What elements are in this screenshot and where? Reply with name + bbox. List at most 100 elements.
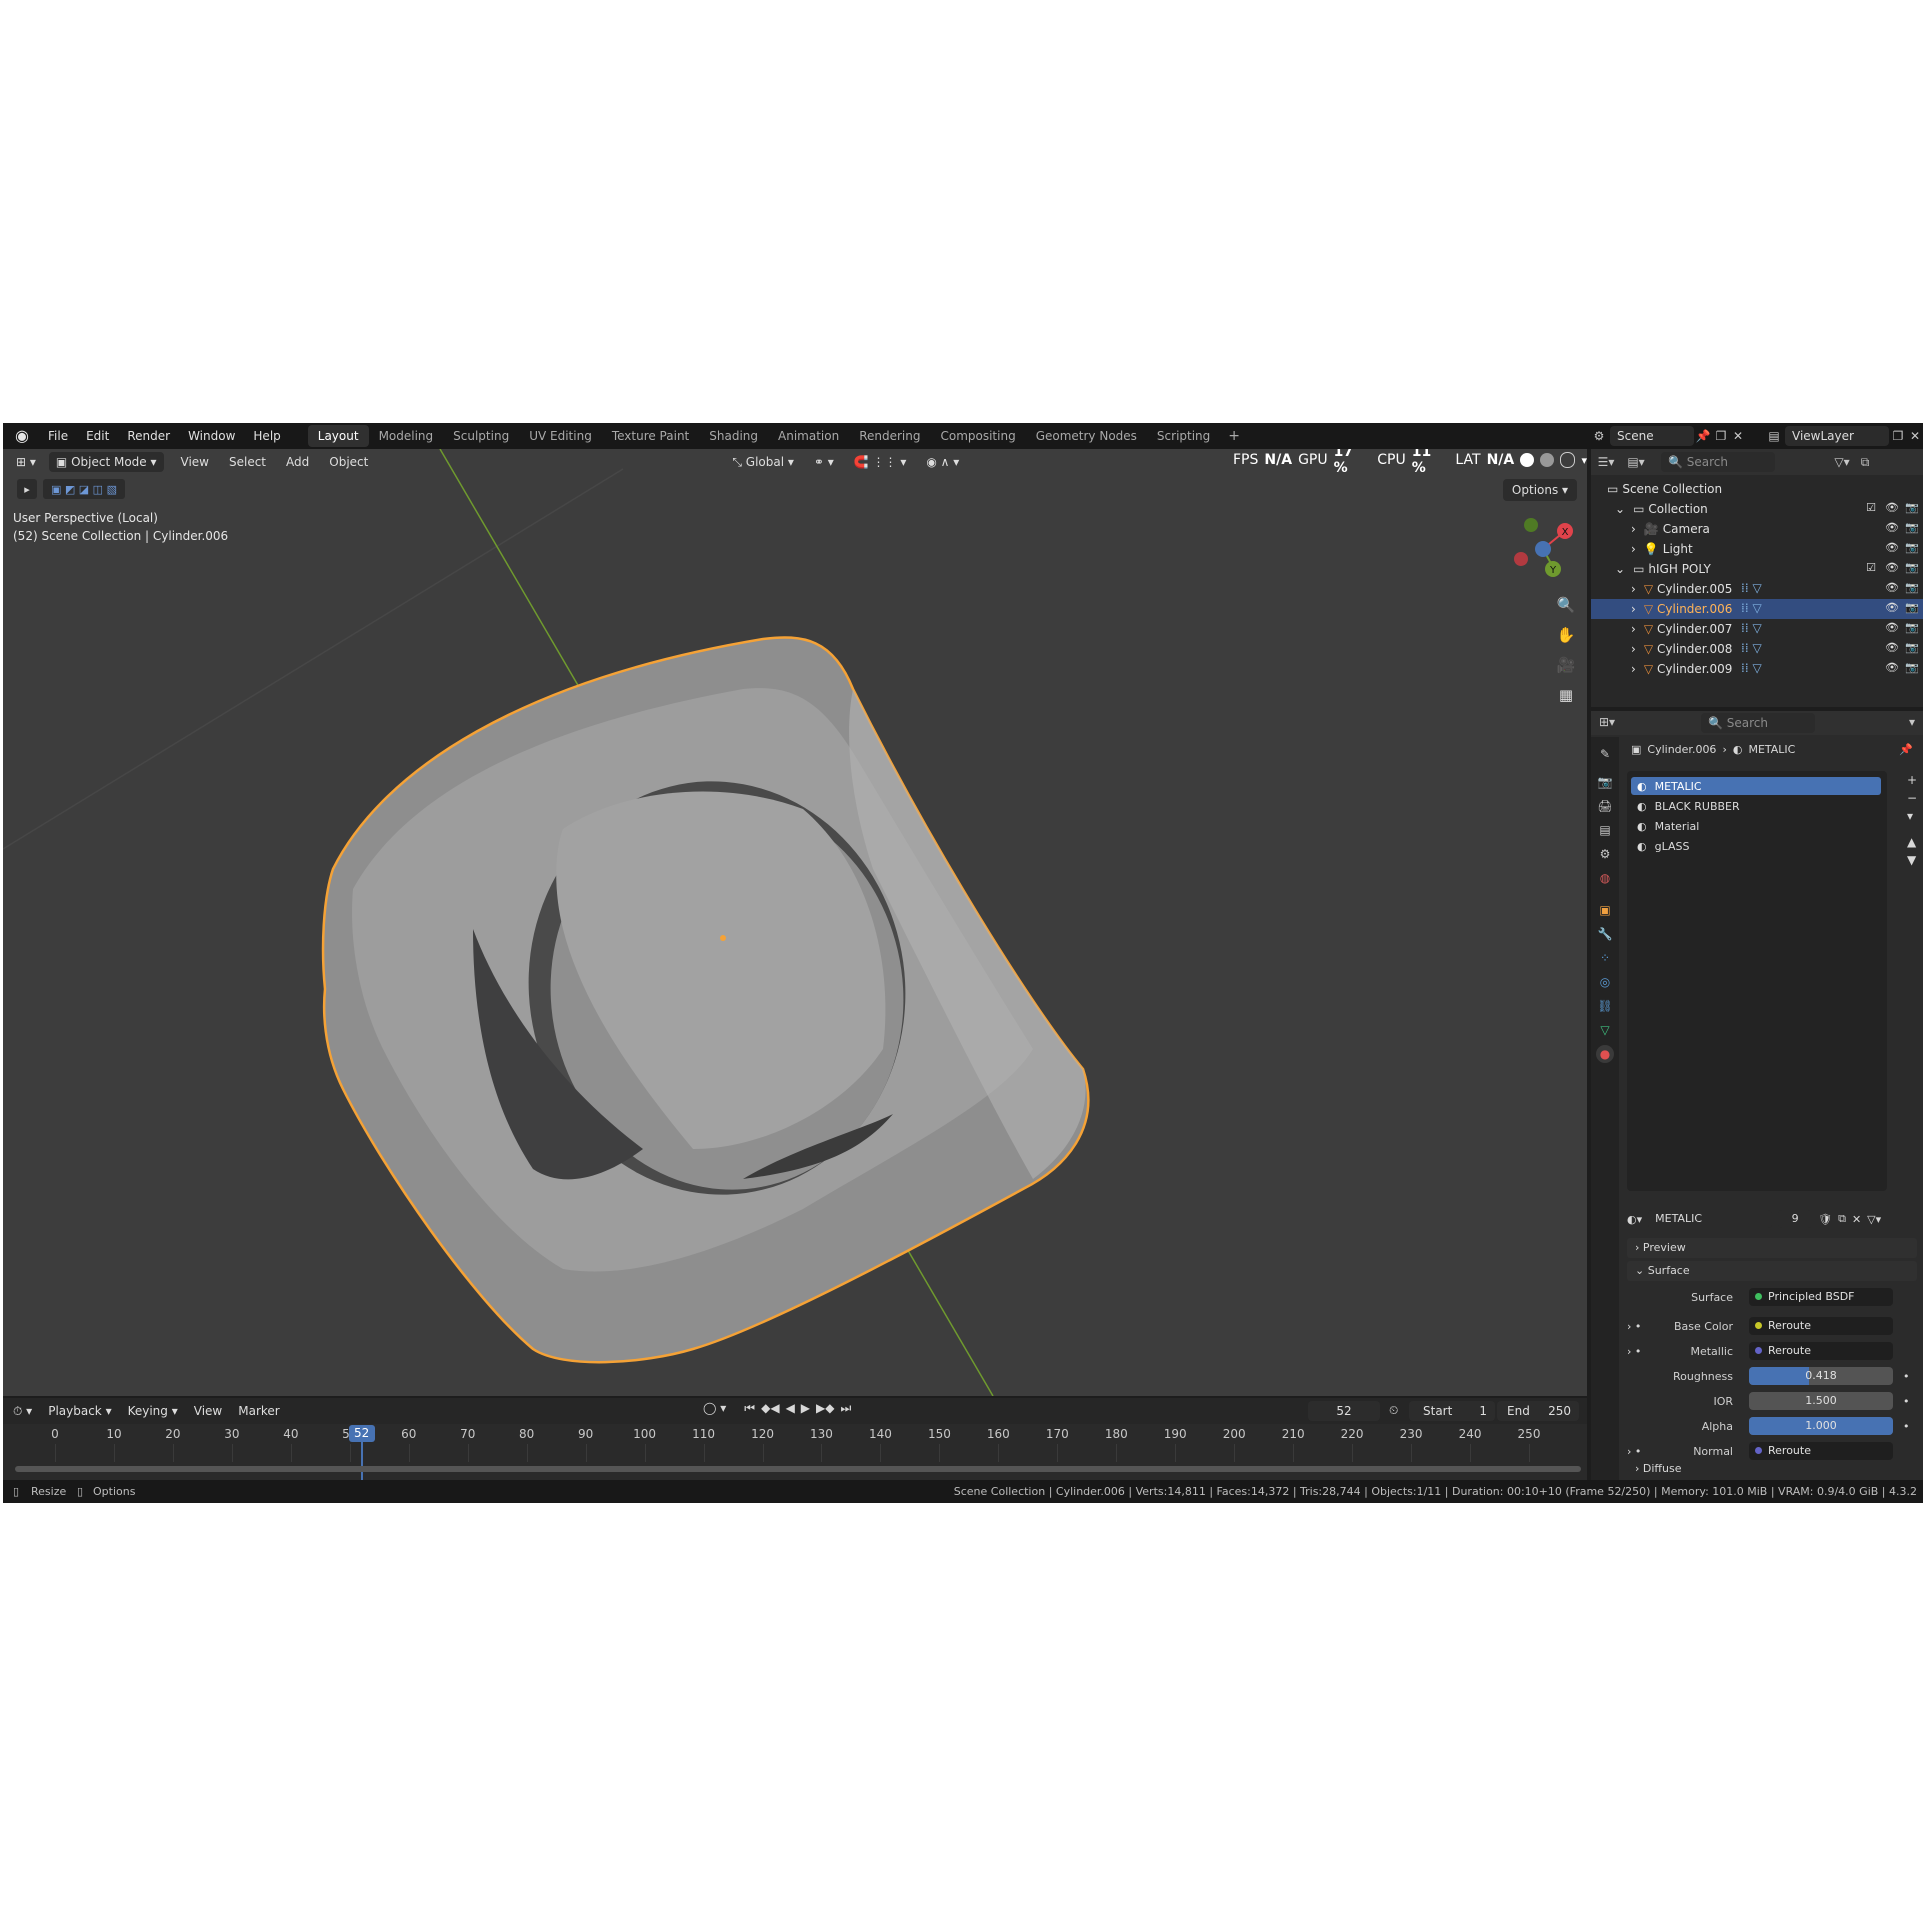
current-frame-field[interactable]: 52 [1308, 1401, 1380, 1421]
modifier-data-icon[interactable]: ⁞⁞ ▽ [1741, 661, 1762, 675]
tab-geometry-nodes[interactable]: Geometry Nodes [1026, 425, 1147, 447]
visibility-eye-icon[interactable]: 👁 [1885, 581, 1899, 595]
timeline-editor-type-icon[interactable]: ⏱ ▾ [7, 1401, 38, 1421]
outliner-item-cylinder-005[interactable]: › ▽ Cylinder.005 👁 📷 ⁞⁞ ▽ [1591, 579, 1923, 599]
diffuse-panel-header[interactable]: › Diffuse [1627, 1459, 1917, 1479]
exclude-checkbox[interactable]: ☑ [1865, 501, 1877, 515]
outliner-item-cylinder-009[interactable]: › ▽ Cylinder.009 👁 📷 ⁞⁞ ▽ [1591, 659, 1923, 679]
properties-options-icon[interactable]: ▾ [1909, 715, 1915, 729]
material-slot[interactable]: ◐ gLASS [1631, 837, 1881, 855]
navigation-gizmo[interactable]: X Y [1503, 509, 1583, 589]
auto-key-icon[interactable]: ◯ ▾ [703, 1401, 726, 1416]
keyframe-dot-icon[interactable]: • [1903, 1370, 1910, 1383]
menu-object[interactable]: Object [322, 452, 375, 472]
add-slot-icon[interactable]: + [1907, 773, 1917, 787]
select-box-mode-icon[interactable]: ▣ ◩ ◪ ◫ ▧ [43, 479, 125, 499]
delete-scene-icon[interactable]: ✕ [1730, 429, 1746, 443]
start-frame-field[interactable]: Start 1 [1409, 1401, 1495, 1421]
outliner-item-camera[interactable]: › 🎥 Camera 👁 📷 [1591, 519, 1923, 539]
outliner-item-high-poly[interactable]: ⌄ ▭ hIGH POLY ☑ 👁 📷 [1591, 559, 1923, 579]
duplicate-material-icon[interactable]: ⧉ [1838, 1212, 1846, 1226]
constraints-tab-icon[interactable]: ⛓ [1596, 997, 1614, 1015]
modifier-data-icon[interactable]: ⁞⁞ ▽ [1741, 601, 1762, 615]
modifier-data-icon[interactable]: ⁞⁞ ▽ [1741, 581, 1762, 595]
menu-window[interactable]: Window [179, 423, 244, 449]
menu-render[interactable]: Render [118, 423, 179, 449]
object-tab-icon[interactable]: ▣ [1596, 901, 1614, 919]
play-icon[interactable]: ▶ [801, 1401, 810, 1416]
link-type-icon[interactable]: ▽▾ [1867, 1213, 1881, 1226]
shading-rendered-icon[interactable] [1559, 452, 1576, 468]
viewlayer-icon[interactable]: ▤ [1763, 429, 1785, 443]
playhead-frame[interactable]: 52 [348, 1425, 375, 1442]
new-collection-icon[interactable]: ⧉ [1855, 455, 1875, 470]
value-slider[interactable]: 1.000 [1749, 1417, 1893, 1435]
particles-tab-icon[interactable]: ⁘ [1596, 949, 1614, 967]
move-up-icon[interactable]: ▲ [1907, 835, 1917, 849]
pivot-icon[interactable]: ⚭ ▾ [807, 452, 841, 472]
modifier-tab-icon[interactable]: 🔧 [1596, 925, 1614, 943]
expand-chevron-icon[interactable]: ⌄ [1615, 562, 1625, 576]
menu-help[interactable]: Help [244, 423, 289, 449]
outliner-scene-collection[interactable]: ▭ Scene Collection [1591, 479, 1923, 499]
object-mode-dropdown[interactable]: ▣ Object Mode ▾ [48, 452, 164, 472]
move-down-icon[interactable]: ▼ [1907, 853, 1917, 867]
outliner-item-collection[interactable]: ⌄ ▭ Collection ☑ 👁 📷 [1591, 499, 1923, 519]
camera-view-icon[interactable]: 🎥 [1554, 653, 1578, 677]
tab-texture-paint[interactable]: Texture Paint [602, 425, 699, 447]
menu-timeline-view[interactable]: View [188, 1401, 228, 1421]
jump-start-icon[interactable]: ⏮ [744, 1401, 755, 1416]
tab-shading[interactable]: Shading [699, 425, 768, 447]
viewlayer-name-field[interactable]: ViewLayer [1785, 426, 1889, 446]
slot-menu-icon[interactable]: ▾ [1907, 809, 1917, 823]
expand-chevron-icon[interactable]: › • [1627, 1320, 1641, 1333]
tab-uv-editing[interactable]: UV Editing [519, 425, 602, 447]
expand-chevron-icon[interactable]: › [1631, 522, 1636, 536]
visibility-eye-icon[interactable]: 👁 [1885, 561, 1899, 575]
expand-chevron-icon[interactable]: › [1631, 542, 1636, 556]
render-camera-icon[interactable]: 📷 [1905, 501, 1919, 515]
expand-chevron-icon[interactable]: › [1631, 642, 1636, 656]
tab-modeling[interactable]: Modeling [369, 425, 444, 447]
data-tab-icon[interactable]: ▽ [1596, 1021, 1614, 1039]
link-field[interactable]: Reroute [1749, 1442, 1893, 1460]
menu-keying[interactable]: Keying ▾ [122, 1401, 184, 1421]
pin-properties-icon[interactable]: 📌 [1899, 743, 1913, 756]
menu-edit[interactable]: Edit [77, 423, 118, 449]
render-camera-icon[interactable]: 📷 [1905, 541, 1919, 555]
properties-editor-type-icon[interactable]: ⊞▾ [1599, 715, 1615, 729]
menu-marker[interactable]: Marker [232, 1401, 285, 1421]
preview-range-icon[interactable]: ⏲ [1389, 1403, 1398, 1418]
tab-sculpting[interactable]: Sculpting [443, 425, 519, 447]
menu-view[interactable]: View [174, 452, 216, 472]
expand-chevron-icon[interactable]: › [1631, 662, 1636, 676]
output-tab-icon[interactable]: 🖨 [1596, 797, 1614, 815]
new-viewlayer-icon[interactable]: ❐ [1889, 429, 1907, 443]
timeline-ruler[interactable]: 0102030405060708090100110120130140150160… [3, 1424, 1587, 1480]
properties-search-input[interactable]: 🔍 Search [1701, 713, 1815, 733]
outliner-editor-type-icon[interactable]: ☰▾ [1591, 455, 1621, 469]
jump-end-icon[interactable]: ⏭ [841, 1401, 852, 1416]
modifier-data-icon[interactable]: ⁞⁞ ▽ [1741, 641, 1762, 655]
visibility-eye-icon[interactable]: 👁 [1885, 501, 1899, 515]
expand-chevron-icon[interactable]: › [1631, 582, 1636, 596]
editor-type-icon[interactable]: ⊞ ▾ [9, 452, 43, 472]
visibility-eye-icon[interactable]: 👁 [1885, 621, 1899, 635]
modifier-data-icon[interactable]: ⁞⁞ ▽ [1741, 621, 1762, 635]
visibility-eye-icon[interactable]: 👁 [1885, 541, 1899, 555]
menu-select[interactable]: Select [222, 452, 273, 472]
visibility-eye-icon[interactable]: 👁 [1885, 601, 1899, 615]
outliner-item-cylinder-007[interactable]: › ▽ Cylinder.007 👁 📷 ⁞⁞ ▽ [1591, 619, 1923, 639]
ortho-toggle-icon[interactable]: ▦ [1554, 683, 1578, 707]
surface-shader-field[interactable]: Principled BSDF [1749, 1288, 1893, 1306]
pin-icon[interactable]: 📌 [1694, 429, 1712, 443]
visibility-eye-icon[interactable]: 👁 [1885, 641, 1899, 655]
viewport-scene[interactable] [3, 449, 1587, 1396]
outliner-item-cylinder-006[interactable]: › ▽ Cylinder.006 👁 📷 ⁞⁞ ▽ [1591, 599, 1923, 619]
material-slot[interactable]: ◐ METALIC [1631, 777, 1881, 795]
add-workspace-icon[interactable]: + [1220, 428, 1248, 444]
remove-slot-icon[interactable]: − [1907, 791, 1917, 805]
expand-chevron-icon[interactable]: › • [1627, 1445, 1641, 1458]
viewport-options-button[interactable]: Options ▾ [1503, 479, 1577, 501]
keyframe-dot-icon[interactable]: • [1903, 1420, 1910, 1433]
